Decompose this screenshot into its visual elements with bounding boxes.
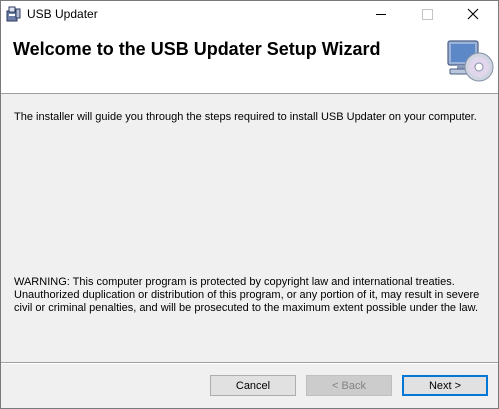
window-title: USB Updater bbox=[27, 7, 98, 21]
setup-window: USB Updater Welcome to the USB Updater S… bbox=[0, 0, 499, 409]
wizard-banner: Welcome to the USB Updater Setup Wizard bbox=[1, 27, 498, 94]
close-icon bbox=[467, 8, 479, 20]
title-bar[interactable]: USB Updater bbox=[1, 1, 498, 27]
intro-text: The installer will guide you through the… bbox=[14, 111, 477, 123]
computer-cd-icon bbox=[445, 37, 495, 85]
close-button[interactable] bbox=[450, 1, 496, 27]
next-button[interactable]: Next > bbox=[402, 375, 488, 396]
cancel-button[interactable]: Cancel bbox=[210, 375, 296, 396]
maximize-button bbox=[404, 1, 450, 27]
copyright-warning: WARNING: This computer program is protec… bbox=[14, 276, 480, 314]
footer-divider bbox=[1, 362, 498, 364]
page-title: Welcome to the USB Updater Setup Wizard bbox=[13, 39, 381, 59]
installer-package-icon bbox=[5, 6, 21, 22]
back-button: < Back bbox=[306, 375, 392, 396]
minimize-button[interactable] bbox=[358, 1, 404, 27]
